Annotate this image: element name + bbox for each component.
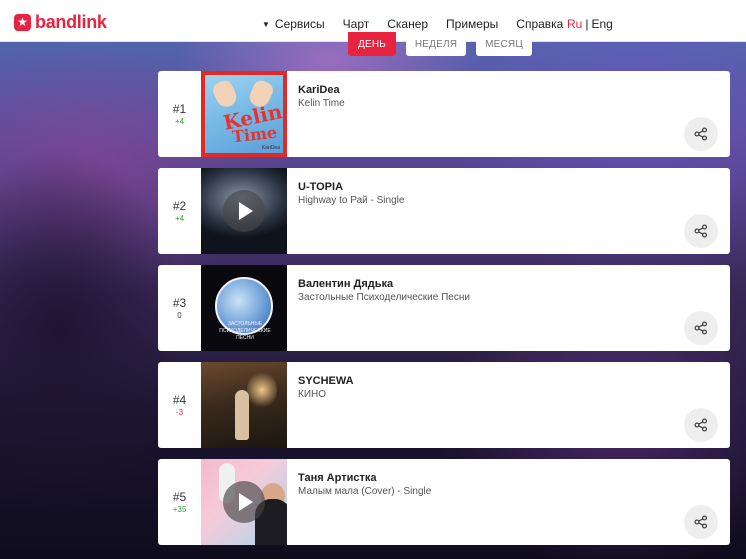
logo-text: bandlink <box>35 11 107 32</box>
star-icon: ★ <box>14 13 31 31</box>
album-cover[interactable] <box>201 459 287 545</box>
release-title[interactable]: Застольные Психоделические Песни <box>298 291 470 304</box>
share-icon <box>694 515 708 529</box>
release-title[interactable]: Kelin Time <box>298 97 345 110</box>
nav-services-label: Сервисы <box>274 17 325 31</box>
rank-box: #3 0 <box>158 265 201 351</box>
artist-name[interactable]: Таня Артистка <box>298 471 431 485</box>
share-button[interactable] <box>684 408 718 442</box>
artist-name[interactable]: SYCHEWA <box>298 374 354 388</box>
share-icon <box>694 127 708 141</box>
cover-text: ПСИХОДЕЛИЧЕСКИЕ <box>219 328 271 334</box>
track-info: SYCHEWA КИНО <box>298 374 354 401</box>
rank-box: #1 +4 <box>158 71 201 157</box>
cover-light <box>247 370 277 410</box>
artist-name[interactable]: KariDea <box>298 83 345 97</box>
share-button[interactable] <box>684 117 718 151</box>
rank-number: #2 <box>172 198 187 213</box>
play-icon[interactable] <box>223 190 265 232</box>
chart-row[interactable]: #3 0 ЗАСТОЛЬНЫЕ ПСИХОДЕЛИЧЕСКИЕ ПЕСНИ Ва… <box>158 265 730 351</box>
album-cover[interactable] <box>201 362 287 448</box>
tab-week[interactable]: НЕДЕЛЯ <box>406 32 466 56</box>
nav-chart[interactable]: Чарт <box>343 17 370 31</box>
lang-ru[interactable]: Ru <box>567 17 582 31</box>
chart-row[interactable]: #4 -3 SYCHEWA КИНО <box>158 362 730 448</box>
cover-artist-text: KariDea <box>261 145 280 151</box>
release-title[interactable]: КИНО <box>298 388 354 401</box>
chart-row[interactable]: #2 +4 U-TOPIA Highway to Рай - Single <box>158 168 730 254</box>
rank-change: +35 <box>172 504 187 514</box>
cover-text: ПЕСНИ <box>236 335 254 341</box>
track-info: U-TOPIA Highway to Рай - Single <box>298 180 404 207</box>
rank-box: #4 -3 <box>158 362 201 448</box>
rank-number: #4 <box>172 392 187 407</box>
rank-change: -3 <box>175 407 184 417</box>
rank-box: #2 +4 <box>158 168 201 254</box>
share-icon <box>694 224 708 238</box>
share-icon <box>694 321 708 335</box>
main-nav: ▼ Сервисы Чарт Сканер Примеры Справка <box>262 17 581 31</box>
caret-down-icon: ▼ <box>262 20 270 29</box>
rank-box: #5 +35 <box>158 459 201 545</box>
tab-day[interactable]: ДЕНЬ <box>348 32 396 56</box>
bandlink-logo[interactable]: ★ bandlink <box>14 12 107 32</box>
album-cover[interactable]: ЗАСТОЛЬНЫЕ ПСИХОДЕЛИЧЕСКИЕ ПЕСНИ <box>201 265 287 351</box>
rank-number: #1 <box>172 101 187 116</box>
rank-change: +4 <box>174 213 185 223</box>
nav-examples[interactable]: Примеры <box>446 17 498 31</box>
track-info: Валентин Дядька Застольные Психоделическ… <box>298 277 470 304</box>
lang-eng[interactable]: Eng <box>591 17 612 31</box>
album-cover[interactable] <box>201 168 287 254</box>
tab-month[interactable]: МЕСЯЦ <box>476 32 532 56</box>
hand-illustration <box>210 77 240 111</box>
track-info: KariDea Kelin Time <box>298 83 345 110</box>
rank-change: 0 <box>177 310 182 320</box>
nav-services[interactable]: ▼ Сервисы <box>262 17 325 31</box>
chart-row[interactable]: #5 +35 Таня Артистка Малым мала (Cover) … <box>158 459 730 545</box>
cover-title-word: Time <box>231 122 278 147</box>
cover-text: ЗАСТОЛЬНЫЕ <box>227 321 263 327</box>
rank-number: #3 <box>172 295 187 310</box>
release-title[interactable]: Highway to Рай - Single <box>298 194 404 207</box>
cover-text-ring: ЗАСТОЛЬНЫЕ ПСИХОДЕЛИЧЕСКИЕ ПЕСНИ <box>207 321 283 345</box>
chart-row[interactable]: #1 +4 Kelin Time KariDea KariDea Kelin T… <box>158 71 730 157</box>
rank-change: +4 <box>174 116 185 126</box>
share-button[interactable] <box>684 214 718 248</box>
release-title[interactable]: Малым мала (Cover) - Single <box>298 485 431 498</box>
artist-name[interactable]: Валентин Дядька <box>298 277 470 291</box>
nav-scanner[interactable]: Сканер <box>387 17 428 31</box>
language-switch: Ru | Eng <box>567 17 613 31</box>
share-button[interactable] <box>684 311 718 345</box>
cover-figure <box>235 390 249 440</box>
share-icon <box>694 418 708 432</box>
lang-separator: | <box>585 17 589 31</box>
artist-name[interactable]: U-TOPIA <box>298 180 404 194</box>
album-cover[interactable]: Kelin Time KariDea <box>201 71 287 157</box>
play-icon[interactable] <box>223 481 265 523</box>
rank-number: #5 <box>172 489 187 504</box>
cover-art: Kelin Time KariDea <box>205 75 284 153</box>
share-button[interactable] <box>684 505 718 539</box>
track-info: Таня Артистка Малым мала (Cover) - Singl… <box>298 471 431 498</box>
nav-help[interactable]: Справка <box>516 17 563 31</box>
